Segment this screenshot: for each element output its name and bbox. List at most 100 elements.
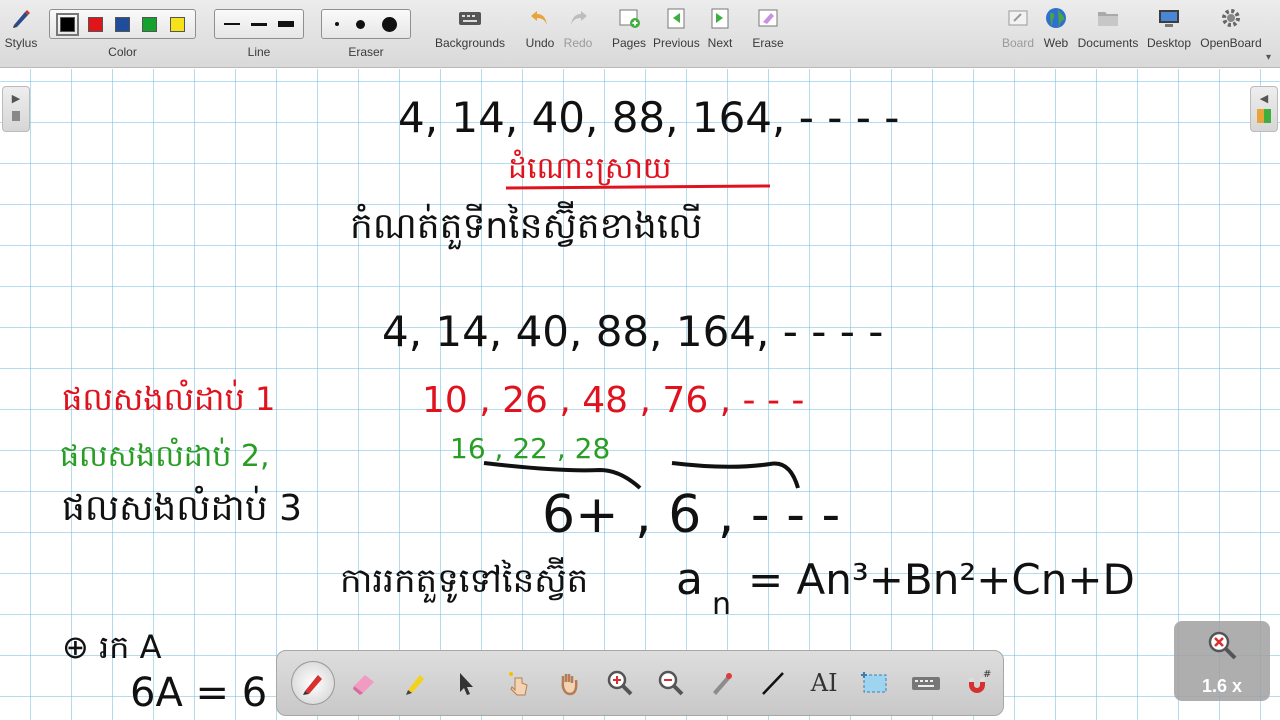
interactor-tool[interactable] xyxy=(492,661,543,705)
eraser-small-icon[interactable] xyxy=(334,22,339,26)
board-ink-layer: 4, 14, 40, 88, 164, - - - - ដំណោះស្រាយ ក… xyxy=(60,93,1135,716)
web-mode-button[interactable]: Web xyxy=(1041,4,1071,50)
highlighter-icon xyxy=(406,675,425,695)
pen-icon xyxy=(302,675,322,695)
expand-right-icon: ▶ xyxy=(11,93,21,105)
color-swatch-red[interactable] xyxy=(87,16,103,32)
zoom-in-tool[interactable] xyxy=(594,661,645,705)
equation-6a: 6A = 6 xyxy=(130,670,267,716)
erase-button[interactable]: Erase xyxy=(751,4,785,50)
undo-icon xyxy=(531,11,547,25)
sequence-line-2: 4, 14, 40, 88, 164, - - - - xyxy=(382,307,883,356)
add-page-icon xyxy=(619,9,640,28)
solution-heading: ដំណោះស្រាយ xyxy=(508,149,671,186)
pen-tool[interactable] xyxy=(291,661,335,705)
zoom-out-tool[interactable] xyxy=(645,661,696,705)
svg-text:#: # xyxy=(983,669,991,680)
magnet-tool[interactable]: # xyxy=(952,661,1003,705)
eraser-medium-icon[interactable] xyxy=(355,19,365,29)
library-page-icon xyxy=(12,111,20,121)
magnet-icon: # xyxy=(968,669,991,693)
next-page-icon xyxy=(711,8,729,29)
openboard-menu-button[interactable]: OpenBoard xyxy=(1199,4,1263,50)
gear-icon xyxy=(1222,9,1240,27)
formula-subscript-n: n xyxy=(712,587,731,622)
line-medium-icon[interactable] xyxy=(250,22,267,26)
eraser-tool[interactable] xyxy=(339,661,390,705)
erase-board-icon xyxy=(758,9,778,27)
selector-tool[interactable] xyxy=(441,661,492,705)
open-hand-icon xyxy=(561,674,578,696)
line-width-picker xyxy=(214,9,304,39)
keyboard-icon xyxy=(912,677,941,690)
hand-tool[interactable] xyxy=(543,661,594,705)
text-tool[interactable]: AI xyxy=(799,661,850,705)
line-tool[interactable] xyxy=(748,661,799,705)
globe-icon xyxy=(1046,8,1066,28)
top-toolbar: Stylus Color Line Eraser Backgrounds Und… xyxy=(0,0,1280,68)
laser-pointer-icon xyxy=(712,673,732,695)
color-swatch-black[interactable] xyxy=(56,12,80,36)
expand-left-icon: ◀ xyxy=(1259,93,1269,105)
capture-tool[interactable] xyxy=(850,661,901,705)
color-swatch-blue[interactable] xyxy=(114,16,130,32)
line-thin-icon[interactable] xyxy=(224,23,241,25)
task-text: កំណត់តួទីnនៃស្វ៊ីតខាងលើ xyxy=(350,201,702,250)
first-difference-label: ផលសងលំដាប់ 1 xyxy=(62,379,275,418)
folder-icon xyxy=(1098,12,1118,26)
undo-button[interactable]: Undo xyxy=(523,4,557,50)
heading-underline xyxy=(505,184,771,190)
general-term-label: ការរកតួទូទៅនៃស្វ៊ីត xyxy=(340,557,588,603)
line-thick-icon[interactable] xyxy=(277,21,294,27)
eraser-size-picker xyxy=(321,9,411,39)
eraser-group-label: Eraser xyxy=(348,45,384,59)
redo-icon xyxy=(571,11,587,25)
redo-button[interactable]: Redo xyxy=(562,4,594,50)
virtual-keyboard-tool[interactable] xyxy=(901,661,952,705)
first-difference-values: 10 , 26 , 48 , 76 , - - - xyxy=(422,380,804,421)
backgrounds-button[interactable]: Backgrounds xyxy=(434,4,506,50)
stylus-button[interactable]: Stylus xyxy=(4,4,38,50)
board-mode-button[interactable]: Board xyxy=(1001,4,1035,50)
third-difference-label: ផលសងលំដាប់ 3 xyxy=(62,485,302,529)
color-swatch-green[interactable] xyxy=(142,16,158,32)
color-picker xyxy=(49,9,196,39)
formula-a: a xyxy=(676,554,703,605)
board-icon xyxy=(1008,10,1028,26)
second-difference-label: ផលសងលំដាប់ 2, xyxy=(60,437,270,474)
tool-palette: AI # xyxy=(276,650,1004,716)
next-page-button[interactable]: Next xyxy=(704,4,736,50)
zoom-reset-icon xyxy=(1208,631,1237,660)
left-panel-toggle[interactable]: ▶ xyxy=(2,86,30,132)
whiteboard-canvas[interactable]: 4, 14, 40, 88, 164, - - - - ដំណោះស្រាយ ក… xyxy=(0,69,1280,720)
eraser-icon xyxy=(353,675,375,695)
sequence-line-1: 4, 14, 40, 88, 164, - - - - xyxy=(398,93,899,142)
pages-button[interactable]: Pages xyxy=(612,4,646,50)
previous-page-button[interactable]: Previous xyxy=(653,4,700,50)
desktop-mode-button[interactable]: Desktop xyxy=(1145,4,1193,50)
marker-tool[interactable] xyxy=(390,661,441,705)
line-group-label: Line xyxy=(247,45,271,59)
second-difference-values: 16 , 22 , 28 xyxy=(450,432,610,465)
color-group-label: Color xyxy=(108,45,137,59)
keyboard-grid-icon xyxy=(459,12,481,25)
third-difference-values: 6+ , 6 , - - - xyxy=(542,485,840,545)
monitor-icon xyxy=(1159,10,1179,27)
zoom-level: 1.6 x xyxy=(1201,676,1243,696)
documents-mode-button[interactable]: Documents xyxy=(1077,4,1139,50)
color-swatch-yellow[interactable] xyxy=(169,16,185,32)
screen-capture-icon xyxy=(861,672,887,693)
zoom-indicator[interactable]: 1.6 x xyxy=(1174,621,1270,701)
eraser-large-icon[interactable] xyxy=(382,16,398,32)
toolbar-overflow-icon[interactable]: ▾ xyxy=(1266,52,1271,63)
line-icon xyxy=(762,672,784,695)
laser-pointer-tool[interactable] xyxy=(696,661,747,705)
pointing-hand-sparkle-icon xyxy=(508,672,528,696)
zoom-out-icon xyxy=(658,670,684,696)
right-panel-toggle[interactable]: ◀ xyxy=(1250,86,1278,132)
arrow-cursor-icon xyxy=(460,673,474,695)
library-widgets-icon xyxy=(1257,109,1271,123)
find-a-text: ⊕ រក A xyxy=(62,628,162,666)
zoom-in-icon xyxy=(607,670,633,696)
formula-rhs: = An³+Bn²+Cn+D xyxy=(748,555,1135,604)
